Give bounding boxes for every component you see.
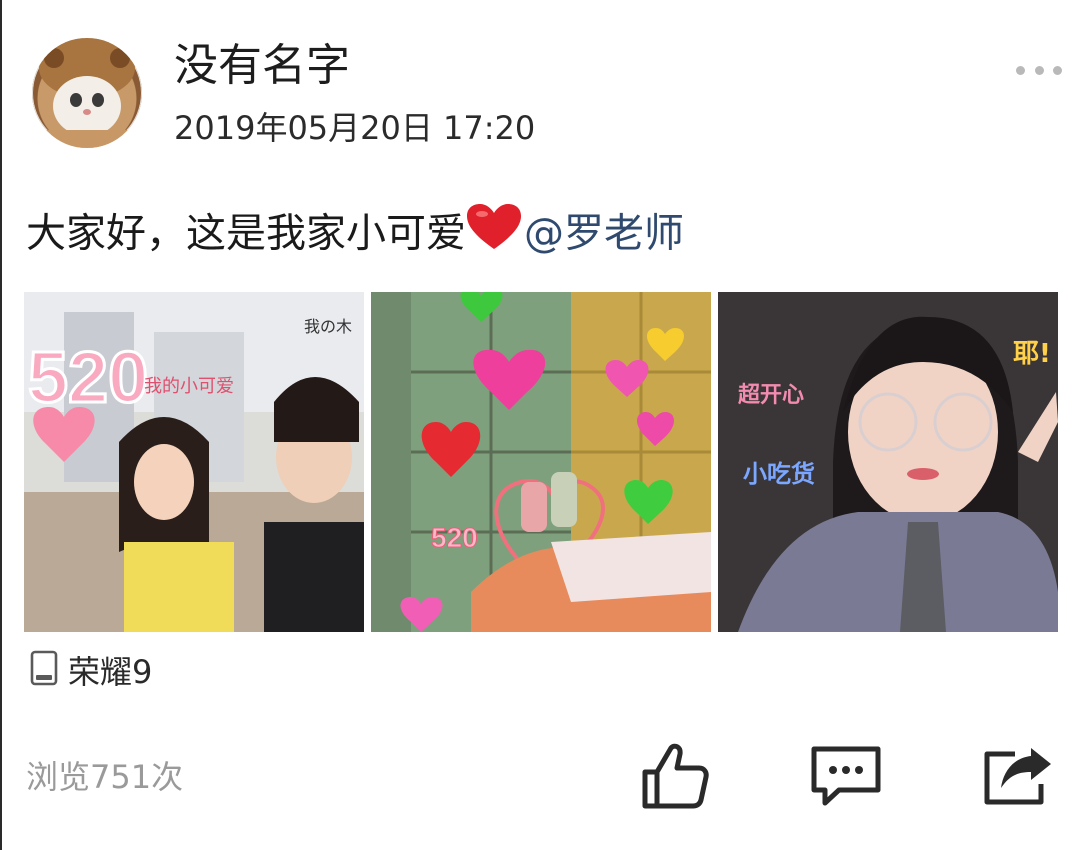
mention-link[interactable]: @罗老师 xyxy=(524,211,684,257)
view-count: 浏览751次 xyxy=(26,758,184,796)
svg-text:小吃货: 小吃货 xyxy=(743,460,815,488)
red-heart-emoji-icon xyxy=(466,203,522,268)
post-timestamp: 2019年05月20日 17:20 xyxy=(174,109,536,147)
comment-button[interactable] xyxy=(806,736,886,816)
device-name: 荣耀9 xyxy=(68,653,153,691)
svg-text:520: 520 xyxy=(431,522,478,553)
svg-text:超开心: 超开心 xyxy=(738,383,804,408)
like-button[interactable] xyxy=(634,736,714,816)
post-text: 大家好，这是我家小可爱 xyxy=(26,210,466,257)
photo-shoes-hearts[interactable]: 520 xyxy=(371,292,711,632)
more-options-button[interactable] xyxy=(1016,58,1062,82)
svg-text:耶!: 耶! xyxy=(1013,339,1051,369)
photo-girl-portrait[interactable]: 超开心 小吃货 耶! xyxy=(718,292,1058,632)
svg-text:我の木: 我の木 xyxy=(304,317,352,336)
more-dot-icon xyxy=(1034,65,1044,75)
share-icon xyxy=(984,748,1051,805)
post-content: 大家好，这是我家小可爱 @罗老师 xyxy=(26,203,684,268)
thumbs-up-icon xyxy=(642,743,709,809)
cat-avatar-image xyxy=(32,38,142,148)
more-dot-icon xyxy=(1053,65,1062,75)
avatar[interactable] xyxy=(32,38,142,148)
phone-icon xyxy=(30,650,58,690)
svg-text:520: 520 xyxy=(28,338,148,418)
share-button[interactable] xyxy=(978,736,1058,816)
more-dot-icon xyxy=(1016,65,1025,75)
comment-icon xyxy=(811,746,881,806)
svg-text:我的小可爱: 我的小可爱 xyxy=(144,376,234,397)
photo-grid: 520 我的小可爱 我の木 520 超开心 小吃货 耶! xyxy=(24,292,1058,632)
device-info: 荣耀9 xyxy=(30,648,152,692)
screen-edge xyxy=(0,0,2,850)
photo-couple-selfie[interactable]: 520 我的小可爱 我の木 xyxy=(24,292,364,632)
username[interactable]: 没有名字 xyxy=(174,38,350,94)
